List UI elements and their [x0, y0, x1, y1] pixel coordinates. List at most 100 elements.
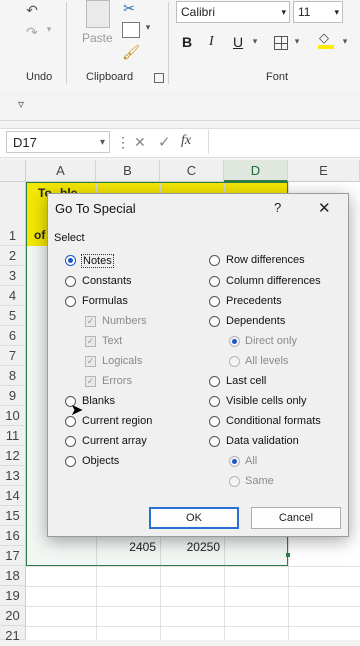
fill-color-dropdown-icon[interactable]: ▾: [340, 36, 350, 47]
chevron-down-icon[interactable]: ▾: [334, 2, 339, 22]
dialog-title: Go To Special: [55, 201, 136, 216]
radio-icon[interactable]: [209, 436, 220, 447]
radio-icon[interactable]: [65, 436, 76, 447]
option-objects[interactable]: Objects: [65, 453, 200, 471]
row-header[interactable]: 2: [0, 246, 26, 266]
confirm-entry-icon[interactable]: ✓: [158, 133, 171, 151]
cut-icon[interactable]: ✂: [120, 0, 138, 17]
option-label: Data validation: [226, 435, 299, 447]
row-header[interactable]: 4: [0, 286, 26, 306]
option-precedents[interactable]: Precedents: [209, 293, 344, 311]
fill-color-icon[interactable]: ◇: [318, 30, 334, 49]
column-header-a[interactable]: A: [26, 160, 96, 182]
name-box[interactable]: D17 ▾: [6, 131, 110, 153]
undo-icon[interactable]: ↶: [22, 2, 42, 19]
radio-icon[interactable]: [209, 316, 220, 327]
row-header[interactable]: 18: [0, 566, 26, 586]
option-dependents[interactable]: Dependents: [209, 313, 344, 331]
paste-button-label[interactable]: Paste: [82, 31, 113, 45]
paste-icon[interactable]: [86, 0, 110, 28]
option-label: Objects: [82, 455, 120, 467]
cell-c17[interactable]: 20250: [160, 540, 220, 554]
select-all-corner[interactable]: [0, 160, 26, 182]
option-current-region[interactable]: Current region: [65, 413, 200, 431]
name-box-value: D17: [13, 135, 37, 150]
underline-button[interactable]: U: [233, 34, 243, 50]
checkbox-icon: ✓: [85, 356, 96, 367]
row-header[interactable]: 13: [0, 466, 26, 486]
format-painter-icon[interactable]: 🖌: [122, 44, 140, 61]
row-header[interactable]: 17: [0, 546, 26, 566]
more-options-icon[interactable]: ⋮: [116, 134, 130, 151]
row-header[interactable]: 12: [0, 446, 26, 466]
chevron-down-icon[interactable]: ▾: [100, 132, 105, 154]
radio-icon[interactable]: [209, 296, 220, 307]
radio-icon[interactable]: [209, 255, 220, 266]
option-constants[interactable]: Constants: [65, 273, 200, 291]
column-header-c[interactable]: C: [160, 160, 224, 182]
fill-handle[interactable]: [286, 553, 290, 557]
row-header[interactable]: 20: [0, 606, 26, 626]
option-notes[interactable]: Notes: [65, 252, 200, 270]
copy-dropdown-icon[interactable]: ▾: [143, 22, 153, 33]
help-icon[interactable]: ?: [274, 200, 281, 215]
underline-dropdown-icon[interactable]: ▾: [250, 36, 260, 47]
column-header-e[interactable]: E: [288, 160, 360, 182]
row-header[interactable]: 19: [0, 586, 26, 606]
row-header[interactable]: 15: [0, 506, 26, 526]
radio-icon[interactable]: [65, 456, 76, 467]
option-visible-cells-only[interactable]: Visible cells only: [209, 393, 344, 411]
row-header[interactable]: 10: [0, 406, 26, 426]
option-blanks[interactable]: Blanks: [65, 393, 200, 411]
option-column-differences[interactable]: Column differences: [209, 273, 344, 291]
chevron-down-icon[interactable]: ▾: [281, 2, 286, 22]
row-header[interactable]: 5: [0, 306, 26, 326]
radio-icon[interactable]: [209, 276, 220, 287]
radio-icon[interactable]: [65, 296, 76, 307]
borders-icon[interactable]: [274, 36, 288, 50]
radio-icon[interactable]: [209, 396, 220, 407]
radio-icon[interactable]: [65, 276, 76, 287]
radio-icon[interactable]: [65, 255, 76, 266]
dialog-launcher-icon[interactable]: [154, 73, 164, 83]
option-last-cell[interactable]: Last cell: [209, 373, 344, 391]
row-header[interactable]: 6: [0, 326, 26, 346]
insert-function-button[interactable]: fx: [181, 133, 191, 149]
cancel-button[interactable]: Cancel: [251, 507, 341, 529]
redo-icon[interactable]: ↷: [22, 24, 42, 41]
mouse-pointer-icon: ➤: [70, 402, 84, 419]
formula-input[interactable]: [208, 130, 359, 154]
font-name-box[interactable]: Calibri ▾: [176, 1, 290, 23]
group-label-undo: Undo: [26, 71, 53, 83]
row-header[interactable]: 14: [0, 486, 26, 506]
row-header[interactable]: 7: [0, 346, 26, 366]
row-header[interactable]: 8: [0, 366, 26, 386]
row-header[interactable]: 16: [0, 526, 26, 546]
option-conditional-formats[interactable]: Conditional formats: [209, 413, 344, 431]
collapse-ribbon-icon[interactable]: ▿: [18, 97, 24, 111]
option-data-validation[interactable]: Data validation: [209, 433, 344, 451]
option-row-differences[interactable]: Row differences: [209, 252, 344, 270]
ok-button[interactable]: OK: [149, 507, 239, 529]
row-header[interactable]: 21: [0, 626, 26, 643]
cell-b17[interactable]: 2405: [96, 540, 156, 554]
option-current-array[interactable]: Current array: [65, 433, 200, 451]
row-header[interactable]: 9: [0, 386, 26, 406]
row-header[interactable]: 1: [0, 182, 26, 246]
font-size-box[interactable]: 11 ▾: [293, 1, 343, 23]
radio-icon[interactable]: [209, 376, 220, 387]
row-header[interactable]: 3: [0, 266, 26, 286]
italic-button[interactable]: I: [209, 34, 214, 50]
option-formulas[interactable]: Formulas: [65, 293, 200, 311]
font-size-value: 11: [298, 5, 311, 19]
copy-icon[interactable]: [122, 22, 140, 38]
close-icon[interactable]: ✕: [318, 199, 331, 217]
row-header[interactable]: 11: [0, 426, 26, 446]
borders-dropdown-icon[interactable]: ▾: [292, 36, 302, 47]
column-header-b[interactable]: B: [96, 160, 160, 182]
column-header-d[interactable]: D: [224, 160, 288, 182]
radio-icon[interactable]: [209, 416, 220, 427]
redo-dropdown-icon[interactable]: ▾: [44, 24, 54, 35]
cancel-entry-icon[interactable]: ✕: [134, 134, 146, 151]
bold-button[interactable]: B: [182, 34, 192, 50]
